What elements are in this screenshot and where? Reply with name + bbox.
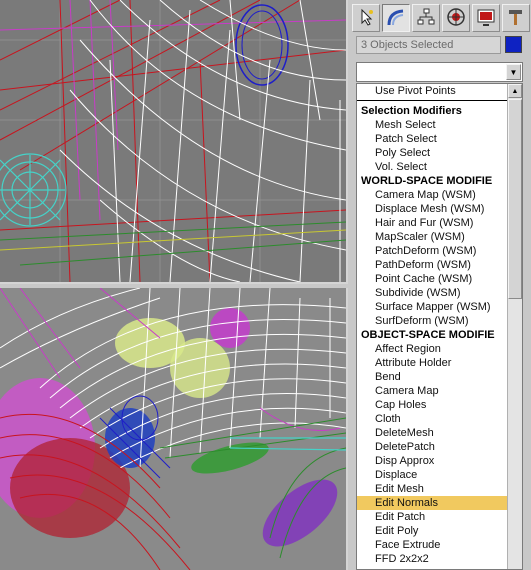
wireframe-top <box>0 0 346 282</box>
hierarchy-tab[interactable] <box>412 4 440 32</box>
modifier-item[interactable]: Subdivide (WSM) <box>357 286 507 300</box>
modifier-item[interactable]: MapScaler (WSM) <box>357 230 507 244</box>
modifier-item[interactable]: Cap Holes <box>357 398 507 412</box>
selection-name-field[interactable]: 3 Objects Selected <box>356 36 501 54</box>
modifier-item[interactable]: Disp Approx <box>357 454 507 468</box>
section-header: WORLD-SPACE MODIFIE <box>361 175 493 187</box>
modifier-item[interactable]: Camera Map (WSM) <box>357 188 507 202</box>
section-header: OBJECT-SPACE MODIFIE <box>361 329 495 341</box>
scroll-up-icon[interactable]: ▲ <box>508 84 522 98</box>
list-divider <box>357 100 507 101</box>
cursor-star-icon <box>356 7 376 30</box>
modifier-item[interactable]: PathDeform (WSM) <box>357 258 507 272</box>
modifier-item[interactable]: Vol. Select <box>357 160 507 174</box>
modifier-item[interactable]: DeleteMesh <box>357 426 507 440</box>
use-pivot-points-option[interactable]: Use Pivot Points <box>357 84 507 98</box>
scrollbar-thumb[interactable] <box>508 99 522 299</box>
modifier-item[interactable]: DeletePatch <box>357 440 507 454</box>
modifier-list-scrollbar[interactable]: ▲ <box>507 84 522 569</box>
command-panel: 3 Objects Selected ▼ Use Pivot Points Se… <box>348 0 531 570</box>
modifier-item[interactable]: Attribute Holder <box>357 356 507 370</box>
chevron-down-icon[interactable]: ▼ <box>506 64 521 80</box>
modifier-item[interactable]: SurfDeform (WSM) <box>357 314 507 328</box>
hammer-icon <box>506 7 526 30</box>
modifier-item[interactable]: Point Cache (WSM) <box>357 272 507 286</box>
modifier-list[interactable]: Use Pivot Points Selection Modifiers Mes… <box>356 83 523 570</box>
viewport-perspective[interactable] <box>0 288 348 570</box>
modifier-item[interactable]: Affect Region <box>357 342 507 356</box>
command-panel-tabs <box>352 4 530 34</box>
modifier-item[interactable]: Bend <box>357 370 507 384</box>
modifier-item[interactable]: Edit Mesh <box>357 482 507 496</box>
wireframe-perspective <box>0 288 346 570</box>
modifier-item[interactable]: Face Extrude <box>357 538 507 552</box>
viewport-top[interactable] <box>0 0 348 284</box>
modifier-item[interactable]: Edit Poly <box>357 524 507 538</box>
modifier-list-items: Use Pivot Points Selection Modifiers Mes… <box>357 84 507 566</box>
create-tab[interactable] <box>352 4 380 32</box>
modifier-item-selected[interactable]: Edit Normals <box>357 496 507 510</box>
modify-tab[interactable] <box>382 4 410 32</box>
hierarchy-icon <box>416 7 436 30</box>
modifier-item[interactable]: Displace Mesh (WSM) <box>357 202 507 216</box>
section-header: Selection Modifiers <box>361 105 462 117</box>
modifier-item[interactable]: Displace <box>357 468 507 482</box>
utilities-tab[interactable] <box>502 4 530 32</box>
display-tab[interactable] <box>472 4 500 32</box>
monitor-icon <box>476 7 496 30</box>
object-color-swatch[interactable] <box>505 36 522 53</box>
modifier-item[interactable]: Patch Select <box>357 132 507 146</box>
wheel-icon <box>446 7 466 30</box>
modifier-item[interactable]: Hair and Fur (WSM) <box>357 216 507 230</box>
modifier-item[interactable]: Camera Map <box>357 384 507 398</box>
motion-tab[interactable] <box>442 4 470 32</box>
modifier-item[interactable]: Poly Select <box>357 146 507 160</box>
bent-pipe-icon <box>386 7 406 30</box>
modifier-item[interactable]: Edit Patch <box>357 510 507 524</box>
modifier-item[interactable]: FFD 2x2x2 <box>357 552 507 566</box>
modifier-item[interactable]: Surface Mapper (WSM) <box>357 300 507 314</box>
modifier-item[interactable]: Cloth <box>357 412 507 426</box>
modifier-list-dropdown[interactable]: ▼ <box>356 62 523 82</box>
modifier-item[interactable]: PatchDeform (WSM) <box>357 244 507 258</box>
modifier-item[interactable]: Mesh Select <box>357 118 507 132</box>
